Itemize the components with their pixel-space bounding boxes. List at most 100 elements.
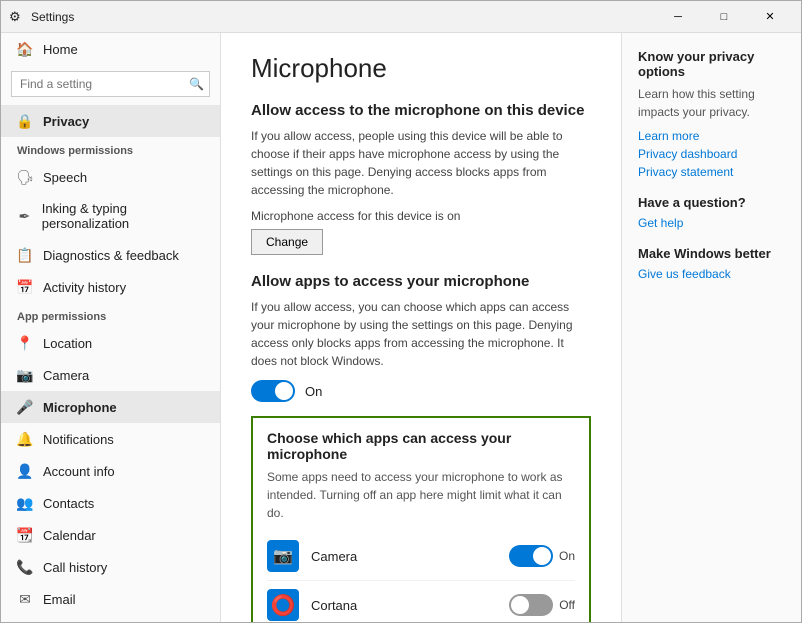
status-text: Microphone access for this device is on	[251, 209, 591, 223]
main-content: Microphone Allow access to the microphon…	[221, 33, 621, 622]
app-toggle-cortana[interactable]	[509, 594, 553, 616]
sidebar-item-calendar[interactable]: 📆 Calendar	[1, 519, 220, 551]
inking-icon: ✒	[17, 208, 32, 224]
right-link-dashboard[interactable]: Privacy dashboard	[638, 147, 785, 161]
green-box-title: Choose which apps can access your microp…	[267, 430, 575, 462]
right-question-section: Have a question? Get help	[638, 195, 785, 230]
sidebar: 🏠 Home 🔍 🔒 Privacy Windows permissions 🗣…	[1, 33, 221, 622]
sidebar-calendar-label: Calendar	[43, 528, 96, 543]
sidebar-home-label: Home	[43, 42, 78, 57]
right-link-help[interactable]: Get help	[638, 216, 785, 230]
settings-window: ⚙ Settings ─ □ ✕ 🏠 Home 🔍 🔒 Privacy	[0, 0, 802, 623]
minimize-button[interactable]: ─	[655, 1, 701, 33]
app-toggle-label-camera: On	[559, 549, 575, 563]
sidebar-camera-label: Camera	[43, 368, 89, 383]
sidebar-home[interactable]: 🏠 Home	[1, 33, 220, 65]
search-icon: 🔍	[189, 77, 204, 91]
sidebar-account-label: Account info	[43, 464, 115, 479]
app-toggle-area-camera: On	[509, 545, 575, 567]
app-row-camera: 📷 Camera On	[267, 532, 575, 581]
main-toggle-label: On	[305, 384, 322, 399]
app-row-cortana: ⭕ Cortana Off	[267, 581, 575, 622]
sidebar-item-tasks[interactable]: ✅ Tasks	[1, 615, 220, 622]
app-icon-camera: 📷	[267, 540, 299, 572]
right-panel: Know your privacy options Learn how this…	[621, 33, 801, 622]
sidebar-item-inking[interactable]: ✒ Inking & typing personalization	[1, 193, 220, 239]
sidebar-item-callhistory[interactable]: 📞 Call history	[1, 551, 220, 583]
sidebar-callhistory-label: Call history	[43, 560, 107, 575]
microphone-icon: 🎤	[17, 399, 33, 415]
callhistory-icon: 📞	[17, 559, 33, 575]
green-box-desc: Some apps need to access your microphone…	[267, 468, 575, 522]
sidebar-item-privacy[interactable]: 🔒 Privacy	[1, 105, 220, 137]
right-link-learn[interactable]: Learn more	[638, 129, 785, 143]
maximize-button[interactable]: □	[701, 1, 747, 33]
account-icon: 👤	[17, 463, 33, 479]
right-link-statement[interactable]: Privacy statement	[638, 165, 785, 179]
section1-title: Allow access to the microphone on this d…	[251, 102, 591, 119]
app-toggle-knob-camera	[533, 547, 551, 565]
app-permissions-label: App permissions	[1, 303, 220, 327]
app-toggle-label-cortana: Off	[559, 598, 575, 612]
privacy-icon: 🔒	[17, 113, 33, 129]
sidebar-item-email[interactable]: ✉ Email	[1, 583, 220, 615]
sidebar-microphone-label: Microphone	[43, 400, 117, 415]
sidebar-item-microphone[interactable]: 🎤 Microphone	[1, 391, 220, 423]
sidebar-email-label: Email	[43, 592, 76, 607]
section2-title: Allow apps to access your microphone	[251, 273, 591, 290]
search-input[interactable]	[11, 71, 210, 97]
titlebar-controls: ─ □ ✕	[655, 1, 793, 33]
calendar-icon: 📆	[17, 527, 33, 543]
sidebar-privacy-label: Privacy	[43, 114, 89, 129]
section1-desc: If you allow access, people using this d…	[251, 127, 591, 199]
sidebar-item-camera[interactable]: 📷 Camera	[1, 359, 220, 391]
page-title: Microphone	[251, 53, 591, 84]
right-know-title: Know your privacy options	[638, 49, 785, 79]
email-icon: ✉	[17, 591, 33, 607]
home-icon: 🏠	[17, 41, 33, 57]
section2-desc: If you allow access, you can choose whic…	[251, 298, 591, 370]
sidebar-item-activity[interactable]: 📅 Activity history	[1, 271, 220, 303]
app-toggle-camera[interactable]	[509, 545, 553, 567]
windows-permissions-label: Windows permissions	[1, 137, 220, 161]
app-name-cortana: Cortana	[311, 598, 509, 613]
titlebar: ⚙ Settings ─ □ ✕	[1, 1, 801, 33]
main-toggle-row: On	[251, 380, 591, 402]
sidebar-item-location[interactable]: 📍 Location	[1, 327, 220, 359]
main-toggle-knob	[275, 382, 293, 400]
speech-icon: 🗣	[17, 169, 33, 185]
camera-icon: 📷	[17, 367, 33, 383]
sidebar-activity-label: Activity history	[43, 280, 126, 295]
sidebar-contacts-label: Contacts	[43, 496, 94, 511]
close-button[interactable]: ✕	[747, 1, 793, 33]
sidebar-diagnostics-label: Diagnostics & feedback	[43, 248, 179, 263]
sidebar-item-diagnostics[interactable]: 📋 Diagnostics & feedback	[1, 239, 220, 271]
settings-icon: ⚙	[9, 9, 25, 25]
sidebar-search-container: 🔍	[11, 71, 210, 97]
app-icon-cortana: ⭕	[267, 589, 299, 621]
app-toggle-knob-cortana	[511, 596, 529, 614]
titlebar-title: Settings	[31, 10, 655, 24]
change-button[interactable]: Change	[251, 229, 323, 255]
activity-icon: 📅	[17, 279, 33, 295]
diagnostics-icon: 📋	[17, 247, 33, 263]
sidebar-inking-label: Inking & typing personalization	[42, 201, 204, 231]
sidebar-item-account[interactable]: 👤 Account info	[1, 455, 220, 487]
right-better-section: Make Windows better Give us feedback	[638, 246, 785, 281]
right-link-feedback[interactable]: Give us feedback	[638, 267, 785, 281]
sidebar-item-speech[interactable]: 🗣 Speech	[1, 161, 220, 193]
right-question-title: Have a question?	[638, 195, 785, 210]
main-toggle[interactable]	[251, 380, 295, 402]
sidebar-notifications-label: Notifications	[43, 432, 114, 447]
contacts-icon: 👥	[17, 495, 33, 511]
right-better-title: Make Windows better	[638, 246, 785, 261]
right-know-desc: Learn how this setting impacts your priv…	[638, 85, 785, 121]
sidebar-item-notifications[interactable]: 🔔 Notifications	[1, 423, 220, 455]
sidebar-item-contacts[interactable]: 👥 Contacts	[1, 487, 220, 519]
location-icon: 📍	[17, 335, 33, 351]
green-box: Choose which apps can access your microp…	[251, 416, 591, 622]
sidebar-speech-label: Speech	[43, 170, 87, 185]
app-name-camera: Camera	[311, 549, 509, 564]
notifications-icon: 🔔	[17, 431, 33, 447]
sidebar-location-label: Location	[43, 336, 92, 351]
